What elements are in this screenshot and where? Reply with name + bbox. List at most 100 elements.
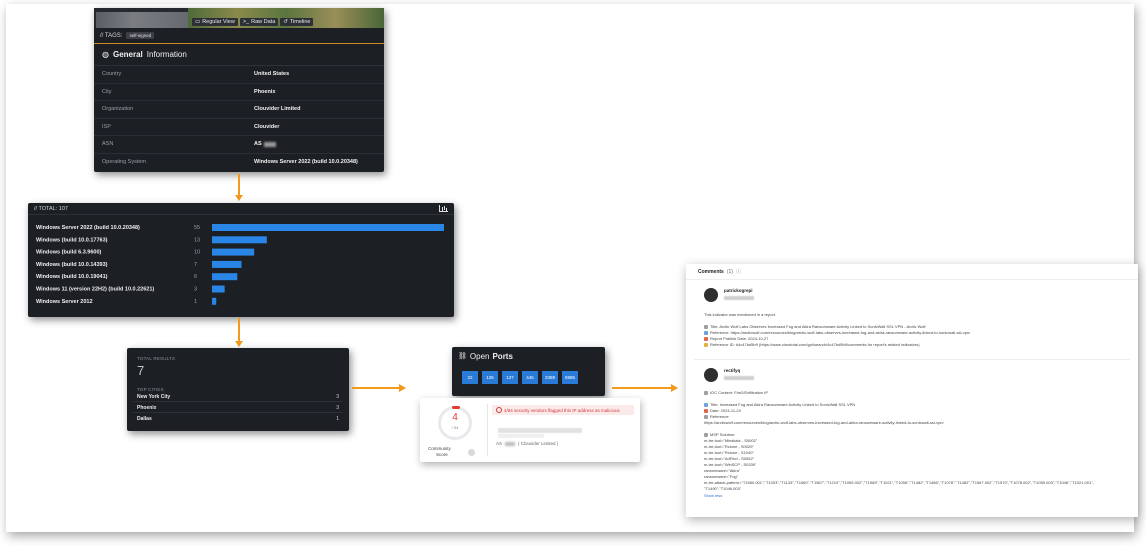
timeline-button[interactable]: ↺ Timeline (280, 18, 314, 26)
arrow-head-1 (235, 195, 243, 201)
malicious-alert: 4/94 security vendors flagged this IP ad… (492, 405, 634, 415)
arrow-line-2 (238, 318, 240, 342)
comment-1: patrickogrepi This indicator was mention… (694, 282, 1130, 360)
comments-header: Comments (1) ⓘ (686, 264, 1138, 280)
redacted-date (724, 376, 754, 380)
info-icon[interactable]: ⓘ (736, 268, 741, 275)
comment-line: Title: Arctic Wolf Labs Observes Increas… (704, 324, 926, 329)
info-row-organization: Organization Clouvider Limited (94, 101, 384, 119)
ports-list: 22 135 137 445 3389 5985 (452, 365, 605, 384)
os-count: 6 (194, 274, 197, 280)
network-icon: ⛓ (458, 353, 467, 360)
os-label: Windows (build 10.0.14393) (36, 262, 108, 268)
results-panel: TOTAL RESULTS 7 TOP CITIES New York City… (127, 348, 349, 431)
arrow-line-1 (238, 174, 240, 196)
os-bar[interactable] (212, 236, 267, 244)
os-count: 7 (194, 262, 197, 268)
open-ports-title: ⛓ Open Ports (458, 351, 513, 361)
port-chip[interactable]: 137 (502, 371, 518, 384)
comment-line: IOC Context: Fire2/Exfiltration IP (704, 390, 768, 395)
comment-line: ransomware="Fog" (704, 474, 739, 479)
arrow-head-3 (399, 384, 406, 392)
os-count: 55 (194, 225, 200, 231)
os-count: 10 (194, 250, 200, 256)
score-denominator: / 94 (451, 425, 459, 430)
os-bar[interactable] (212, 273, 238, 281)
asn-value: AS (254, 141, 262, 148)
os-bar[interactable] (212, 260, 242, 268)
score-box: 4 / 94 Community Score (426, 404, 488, 457)
comment-line: ransomware="Akira" (704, 468, 741, 473)
arrow-line-4 (612, 387, 672, 389)
arrow-head-2 (235, 341, 243, 347)
info-row-city: City Phoenix (94, 84, 384, 101)
total-results-value: 7 (137, 363, 145, 378)
os-bar[interactable] (212, 224, 444, 231)
map-thumbnail (96, 12, 188, 28)
document-icon (704, 402, 708, 407)
city-row[interactable]: Phoenix 3 (133, 403, 343, 413)
comment-line: Title: Increased Fog and Akira Ransomwar… (704, 402, 855, 407)
info-row-isp: ISP Clouvider (94, 119, 384, 136)
avatar[interactable] (704, 288, 718, 302)
comment-line: m-tre-tool="Rclone - S1040" (704, 450, 754, 455)
comment-line: Reference: https://arcticwolf.com/resour… (704, 330, 970, 335)
terminal-icon: >_ (242, 19, 250, 25)
tags-row: // TAGS: self-signed (94, 28, 384, 44)
speech-icon (704, 390, 708, 395)
asn-row: AS ( Clouvider Limited ) (496, 441, 559, 446)
comments-panel: Comments (1) ⓘ patrickogrepi This indica… (686, 264, 1138, 517)
os-label: Windows (build 6.3.9600) (36, 250, 102, 256)
link-icon (704, 324, 708, 329)
info-row-country: Country United States (94, 66, 384, 84)
canvas: ▭ Regular View >_ Raw Data ↺ Timeline // TA… (0, 0, 1146, 546)
comment-line: Report Publish Date: 2024-10-27 (704, 336, 768, 341)
port-chip[interactable]: 22 (462, 371, 478, 384)
wrench-icon (704, 432, 708, 437)
comment-line: Date: 2024-11-24 (704, 408, 741, 413)
os-count: 13 (194, 237, 200, 243)
os-label: Windows (build 10.0.17763) (36, 237, 108, 243)
port-chip[interactable]: 5985 (562, 371, 578, 384)
redacted-asn (505, 441, 516, 446)
comment-username[interactable]: rectifyq (724, 368, 740, 373)
port-chip[interactable]: 3389 (542, 371, 558, 384)
total-results-label: TOTAL RESULTS (137, 356, 176, 361)
os-count: 3 (194, 287, 197, 293)
comment-line: https://arcticwolf.com/resources/blog/ar… (704, 420, 944, 425)
alert-circle-icon (496, 407, 502, 413)
redacted-date (724, 296, 754, 300)
redacted-asn (263, 141, 276, 147)
os-bar[interactable] (212, 285, 225, 293)
calendar-icon (704, 336, 708, 341)
comment-line: m-tre-attack-pattern="T1560.001","T1003"… (704, 480, 1094, 485)
os-count: 1 (194, 299, 197, 305)
port-chip[interactable]: 135 (482, 371, 498, 384)
arrow-head-4 (671, 384, 678, 392)
tag-chip[interactable]: self-signed (126, 32, 155, 39)
bar-chart-icon[interactable] (439, 205, 448, 212)
total-label: // TOTAL: 107 (34, 205, 68, 212)
calendar-icon (704, 408, 708, 413)
city-row[interactable]: Dallas 1 (133, 414, 343, 424)
show-less-link[interactable]: Show less (704, 493, 722, 498)
os-label: Windows (build 10.0.19041) (36, 274, 108, 280)
comment-2: rectifyq IOC Context: Fire2/Exfiltration… (694, 362, 1130, 512)
city-row[interactable]: New York City 3 (133, 392, 343, 402)
community-score-panel: 4 / 94 Community Score 4/94 security vend… (420, 398, 640, 462)
history-icon: ↺ (283, 19, 288, 25)
avatar[interactable] (704, 368, 718, 382)
comment-line: "T1490","T1046.003" (704, 486, 742, 491)
info-row-asn: ASN AS (94, 136, 384, 154)
raw-data-button[interactable]: >_ Raw Data (239, 18, 279, 26)
comment-line: Reference: (704, 414, 730, 419)
regular-view-button[interactable]: ▭ Regular View (192, 18, 238, 26)
document-icon (704, 330, 708, 335)
score-ring-arc (452, 406, 460, 409)
comment-username[interactable]: patrickogrepi (724, 288, 753, 293)
os-bar[interactable] (212, 297, 217, 305)
help-icon[interactable] (468, 449, 475, 456)
port-chip[interactable]: 445 (522, 371, 538, 384)
globe-icon: ◍ (102, 50, 109, 59)
os-bar[interactable] (212, 248, 255, 256)
